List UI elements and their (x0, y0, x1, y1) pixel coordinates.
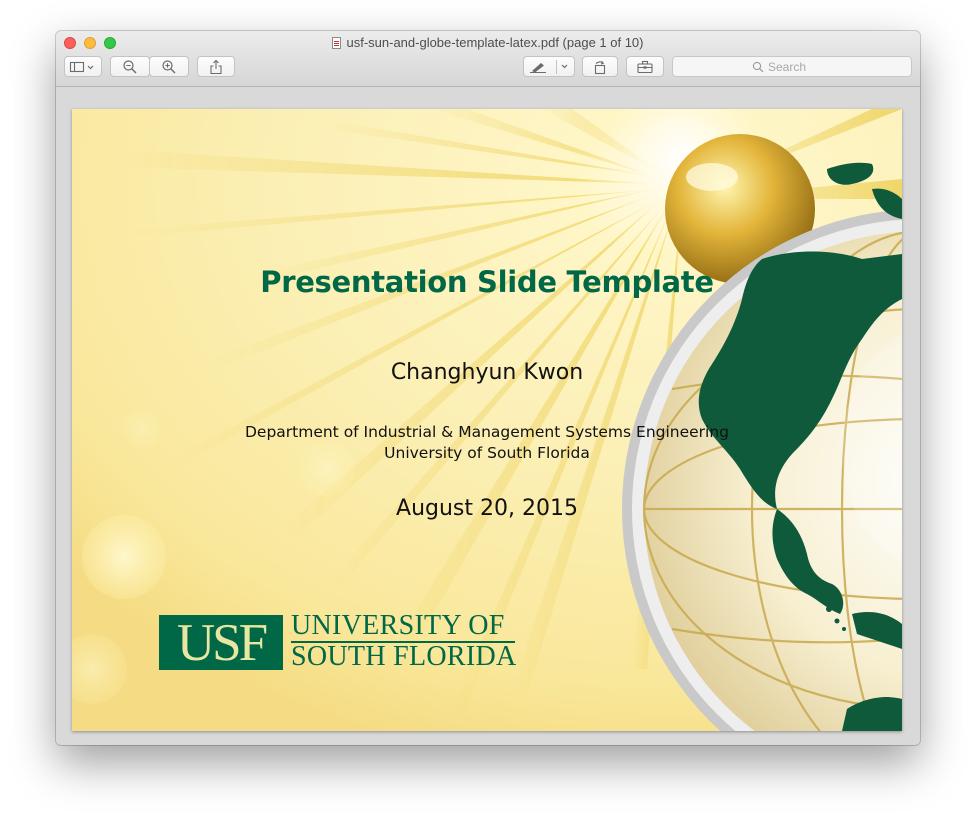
usf-logo-line2: SOUTH FLORIDA (291, 641, 517, 672)
sidebar-toggle-button[interactable] (64, 56, 102, 77)
share-button[interactable] (197, 56, 235, 77)
presentation-date: August 20, 2015 (396, 496, 578, 521)
zoom-out-button[interactable] (110, 56, 150, 77)
search-input[interactable] (768, 59, 832, 74)
author-name: Changhyun Kwon (390, 360, 584, 385)
department-text: Department of Industrial & Management Sy… (244, 423, 730, 441)
share-icon (210, 59, 222, 74)
search-field[interactable] (672, 56, 912, 77)
document-view[interactable]: Presentation Slide Template Changhyun Kw… (56, 87, 920, 745)
rotate-button[interactable] (582, 56, 618, 77)
toolbox-button[interactable] (626, 56, 664, 77)
usf-logo-line1: UNIVERSITY OF (291, 610, 505, 641)
pdf-document-icon[interactable] (332, 37, 342, 49)
rotate-icon (594, 60, 606, 74)
toolbox-icon (637, 60, 653, 73)
preview-window: usf-sun-and-globe-template-latex.pdf (pa… (56, 31, 920, 745)
slide-title: Presentation Slide Template (260, 265, 714, 299)
zoom-out-icon (123, 59, 137, 73)
usf-logo-mark: USF (159, 615, 283, 671)
usf-logo: USF UNIVERSITY OF SOUTH FLORIDA (159, 610, 519, 672)
pen-icon (530, 59, 568, 74)
affiliation: Department of Industrial & Management Sy… (202, 422, 772, 464)
markup-button[interactable] (523, 56, 575, 77)
sidebar-icon (69, 61, 94, 72)
zoom-in-button[interactable] (149, 56, 189, 77)
titlebar[interactable]: usf-sun-and-globe-template-latex.pdf (pa… (56, 31, 920, 87)
window-title-text: usf-sun-and-globe-template-latex.pdf (pa… (346, 35, 644, 50)
zoom-in-icon (162, 59, 176, 73)
university-text: University of South Florida (384, 444, 590, 462)
window-title: usf-sun-and-globe-template-latex.pdf (pa… (56, 35, 920, 51)
pdf-page[interactable]: Presentation Slide Template Changhyun Kw… (72, 109, 902, 731)
search-icon (752, 61, 764, 72)
